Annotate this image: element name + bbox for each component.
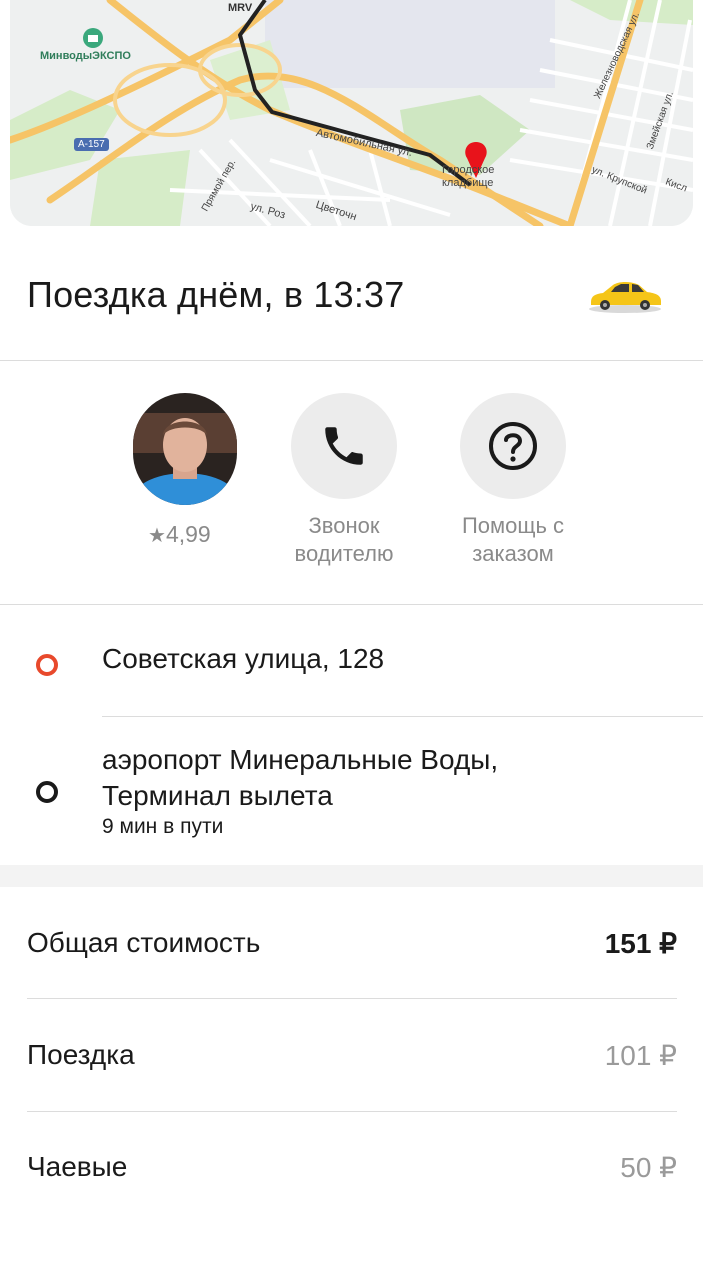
phone-icon (325, 427, 363, 465)
destination-address-line1[interactable]: аэропорт Минеральные Воды, (102, 744, 498, 776)
ride-cost-row: Поездка 101 ₽ (27, 1039, 677, 1151)
section-separator (0, 865, 703, 887)
map-label-cemetery: Городское кладбище (442, 164, 495, 189)
destination-point-icon (36, 781, 58, 803)
tips-value: 50 ₽ (620, 1152, 677, 1183)
origin-point-icon (36, 654, 58, 676)
star-icon: ★ (148, 525, 166, 547)
total-cost-row: Общая стоимость 151 ₽ (27, 927, 677, 1039)
route-map[interactable]: МинводыЭКСПО MRV А-157 Автомобильная ул.… (10, 0, 693, 226)
route-divider (102, 716, 703, 717)
driver-rating: ★4,99 (148, 521, 211, 547)
total-cost-value: 151 ₽ (604, 928, 677, 959)
trip-duration: 9 мин в пути (102, 815, 224, 838)
ride-cost-label: Поездка (27, 1039, 135, 1070)
question-icon (489, 422, 537, 470)
call-driver-label: Звонок водителю (294, 513, 394, 566)
map-label-expo: МинводыЭКСПО (40, 50, 131, 62)
tips-row: Чаевые 50 ₽ (27, 1151, 677, 1263)
map-road-badge: А-157 (74, 138, 109, 151)
ride-cost-value: 101 ₽ (604, 1040, 677, 1071)
driver-avatar[interactable] (133, 393, 237, 505)
origin-address[interactable]: Советская улица, 128 (102, 643, 384, 675)
map-graphic (10, 0, 693, 226)
tips-label: Чаевые (27, 1151, 128, 1182)
taxi-car-icon (589, 282, 661, 313)
destination-address-line2[interactable]: Терминал вылета (102, 780, 333, 812)
call-driver-button[interactable] (291, 393, 397, 499)
help-button[interactable] (460, 393, 566, 499)
cost-divider (27, 998, 677, 999)
help-label: Помощь с заказом (461, 513, 565, 566)
cost-divider (27, 1111, 677, 1112)
map-label-mrv: MRV (228, 2, 253, 14)
total-cost-label: Общая стоимость (27, 927, 261, 958)
page-title: Поездка днём, в 13:37 (27, 274, 405, 315)
